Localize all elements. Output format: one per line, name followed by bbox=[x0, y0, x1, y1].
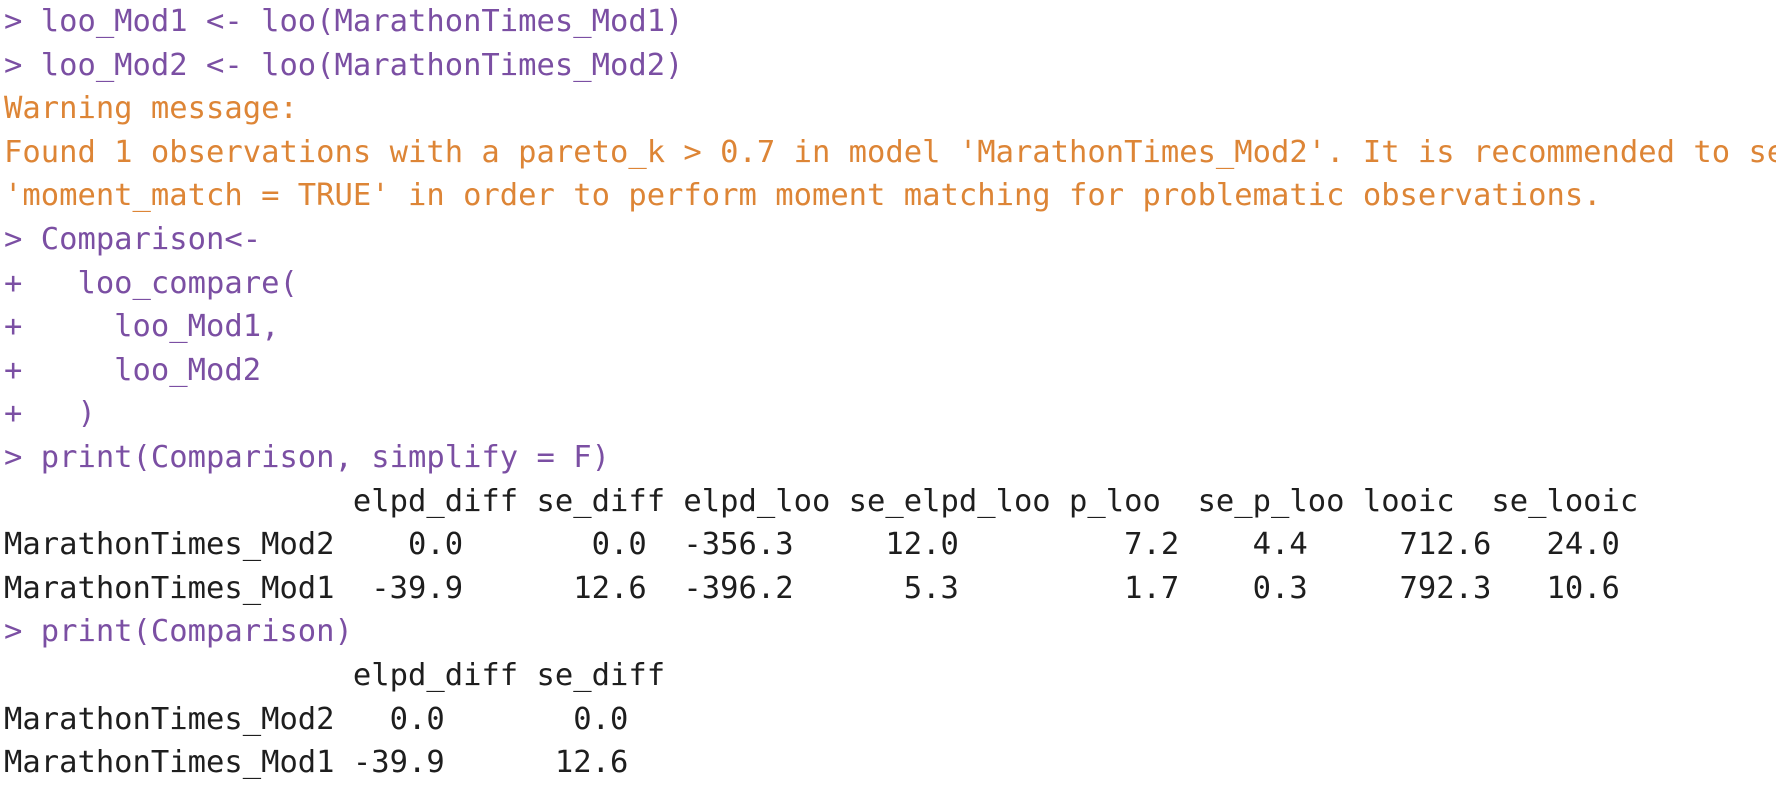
console-line-command: > print(Comparison, simplify = F) bbox=[4, 439, 610, 475]
console-line-continuation: + loo_Mod2 bbox=[4, 352, 262, 388]
console-line-command: > loo_Mod1 <- loo(MarathonTimes_Mod1) bbox=[4, 4, 684, 39]
output-table-row: MarathonTimes_Mod1 -39.9 12.6 -396.2 5.3… bbox=[4, 570, 1620, 606]
console-line-warning: 'moment_match = TRUE' in order to perfor… bbox=[4, 178, 1602, 214]
output-table-row: MarathonTimes_Mod1 -39.9 12.6 bbox=[4, 745, 629, 781]
console-line-command: > Comparison<- bbox=[4, 221, 262, 257]
r-console[interactable]: > loo_Mod1 <- loo(MarathonTimes_Mod1) > … bbox=[0, 0, 1776, 784]
console-line-warning: Found 1 observations with a pareto_k > 0… bbox=[4, 134, 1776, 170]
output-table-header: elpd_diff se_diff bbox=[4, 657, 666, 693]
output-table-row: MarathonTimes_Mod2 0.0 0.0 -356.3 12.0 7… bbox=[4, 527, 1620, 563]
console-line-continuation: + ) bbox=[4, 396, 96, 432]
console-line-continuation: + loo_compare( bbox=[4, 265, 298, 301]
console-line-command: > print(Comparison) bbox=[4, 614, 353, 650]
console-line-command: > loo_Mod2 <- loo(MarathonTimes_Mod2) bbox=[4, 47, 684, 83]
console-line-continuation: + loo_Mod1, bbox=[4, 309, 280, 345]
console-line-warning: Warning message: bbox=[4, 91, 298, 127]
output-table-row: MarathonTimes_Mod2 0.0 0.0 bbox=[4, 701, 629, 737]
output-table-header: elpd_diff se_diff elpd_loo se_elpd_loo p… bbox=[4, 483, 1639, 519]
